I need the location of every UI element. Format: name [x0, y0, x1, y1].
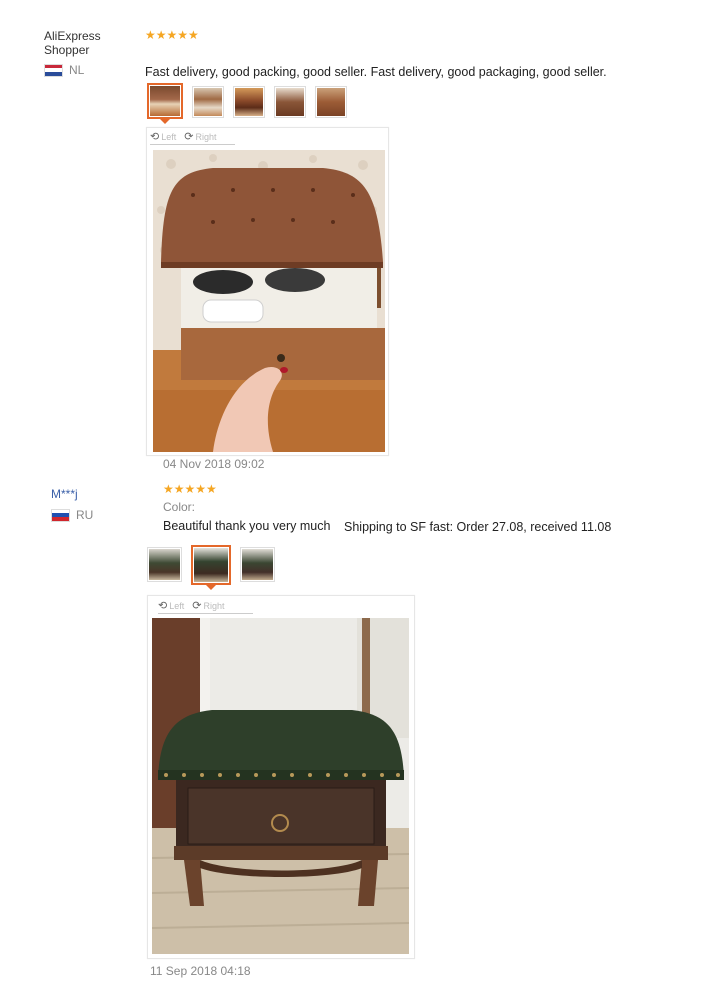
rotate-controls: ⟲ Left ⟳ Right	[150, 130, 235, 145]
review-date: 11 Sep 2018 04:18	[150, 964, 251, 978]
flag-ru-icon	[51, 508, 70, 522]
rotate-left-icon: ⟲	[150, 131, 160, 143]
thumbnail[interactable]	[274, 86, 306, 118]
review-thumbnails	[147, 545, 275, 590]
shipping-note: Shipping to SF fast: Order 27.08, receiv…	[344, 520, 612, 534]
thumbnail[interactable]	[192, 86, 224, 118]
image-viewer: ⟲ Left ⟳ Right	[146, 127, 389, 456]
rotate-right-button[interactable]: ⟳ Right	[184, 130, 216, 143]
review-date: 04 Nov 2018 09:02	[163, 457, 265, 471]
country-code: RU	[76, 508, 94, 522]
rotate-left-icon: ⟲	[158, 600, 168, 612]
thumbnail[interactable]	[315, 86, 347, 118]
thumbnail[interactable]	[233, 86, 265, 118]
rotate-controls: ⟲ Left ⟳ Right	[158, 599, 253, 614]
rotate-left-label: Left	[169, 600, 185, 611]
color-label: Color:	[163, 500, 196, 514]
country-code: NL	[69, 63, 85, 77]
thumbnail[interactable]	[147, 547, 182, 582]
flag-nl-icon	[44, 63, 63, 77]
reviewer-country: RU	[51, 508, 93, 522]
image-viewer: ⟲ Left ⟳ Right	[147, 595, 415, 959]
rotate-right-icon: ⟳	[192, 600, 202, 612]
rotate-right-label: Right	[203, 600, 225, 611]
thumbnail[interactable]	[147, 83, 183, 124]
star-rating: ★★★★★	[163, 482, 217, 496]
review-text: Fast delivery, good packing, good seller…	[145, 65, 607, 79]
rotate-right-icon: ⟳	[184, 131, 194, 143]
reviewer-name[interactable]: M***j	[51, 487, 141, 501]
reviewer-name: AliExpress Shopper	[44, 29, 101, 57]
thumbnail[interactable]	[240, 547, 275, 582]
star-rating: ★★★★★	[145, 28, 199, 42]
rotate-right-label: Right	[195, 131, 217, 142]
rotate-right-button[interactable]: ⟳ Right	[192, 599, 224, 612]
review-photo[interactable]	[152, 618, 409, 954]
review-text: Beautiful thank you very much	[163, 519, 331, 533]
review-thumbnails	[147, 83, 347, 124]
review-photo[interactable]	[153, 150, 385, 452]
rotate-left-label: Left	[161, 131, 177, 142]
reviewer-country: NL	[44, 63, 84, 77]
rotate-left-button[interactable]: ⟲ Left	[158, 599, 184, 612]
rotate-left-button[interactable]: ⟲ Left	[150, 130, 176, 143]
thumbnail[interactable]	[191, 545, 231, 590]
